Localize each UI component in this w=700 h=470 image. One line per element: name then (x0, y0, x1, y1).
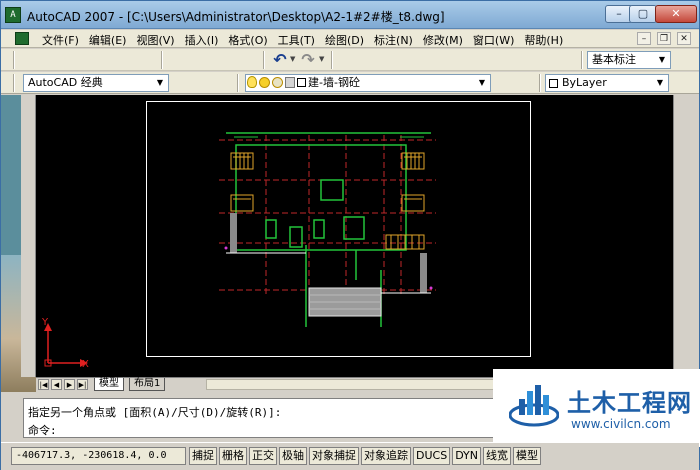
undo-dropdown-icon[interactable]: ▼ (290, 55, 295, 63)
autocad-app-icon[interactable]: A (5, 7, 21, 23)
color-select[interactable]: ByLayer ▼ (545, 74, 669, 92)
document-icon[interactable] (15, 32, 29, 45)
redo-dropdown-icon[interactable]: ▼ (319, 55, 324, 63)
color-value: ByLayer (562, 76, 607, 89)
sun-icon[interactable] (259, 76, 270, 88)
site-watermark: 土木工程网 www.civilcn.com (493, 369, 700, 447)
drawing-canvas[interactable]: Y X (36, 95, 673, 377)
civilcn-logo-icon (509, 385, 559, 427)
ducs-toggle[interactable]: DUCS (413, 447, 451, 465)
doc-minimize-button[interactable]: – (637, 32, 651, 45)
layer-state-icons (247, 76, 306, 88)
bylayer-color-swatch (549, 79, 558, 88)
lock-icon[interactable] (285, 76, 295, 88)
redo-arrow-icon[interactable]: ↷ (299, 51, 317, 69)
lineweight-toggle[interactable]: 线宽 (483, 447, 512, 465)
lightbulb-icon[interactable] (247, 76, 257, 88)
viewport-freeze-icon[interactable] (272, 76, 283, 88)
chevron-down-icon: ▼ (478, 78, 486, 87)
toolbar-separator (581, 51, 583, 69)
toolbar-separator (13, 74, 15, 92)
command-history[interactable]: 指定另一个角点或 [面积(A)/尺寸(D)/旋转(R)]: 命令: (23, 398, 503, 438)
doc-restore-button[interactable]: ❐ (657, 32, 671, 45)
doc-close-button[interactable]: ✕ (677, 32, 691, 45)
standard-toolbar: ↶ ▼ ↷ ▼ 基本标注 ▼ (1, 49, 699, 71)
model-space-toggle[interactable]: 模型 (513, 447, 542, 465)
maximize-button[interactable]: ▢ (629, 5, 657, 23)
menu-insert[interactable]: 插入(I) (180, 32, 224, 48)
tab-model[interactable]: 模型 (94, 378, 124, 391)
menu-edit[interactable]: 编辑(E) (84, 32, 132, 48)
dim-style-select[interactable]: 基本标注 ▼ (587, 51, 671, 69)
window-title: AutoCAD 2007 - [C:\Users\Administrator\D… (27, 10, 445, 24)
last-tab-button[interactable]: ▶| (77, 379, 88, 390)
menu-dimension[interactable]: 标注(N) (369, 32, 418, 48)
workspace-toolbar: AutoCAD 经典 ▼ 建-墙-钢砼 ▼ ByLayer ▼ (1, 72, 699, 94)
otrack-toggle[interactable]: 对象追踪 (361, 447, 411, 465)
drafting-settings: 捕捉 栅格 正交 极轴 对象捕捉 对象追踪 DUCS DYN 线宽 模型 (189, 447, 542, 465)
menu-items: 文件(F) 编辑(E) 视图(V) 插入(I) 格式(O) 工具(T) 绘图(D… (37, 32, 568, 48)
menu-format[interactable]: 格式(O) (223, 32, 272, 48)
menu-help[interactable]: 帮助(H) (519, 32, 568, 48)
right-toolbar-dock (673, 95, 699, 395)
ucs-x-label: X (82, 359, 89, 370)
toolbar-separator (539, 74, 541, 92)
command-prompt-line: 指定另一个角点或 [面积(A)/尺寸(D)/旋转(R)]: (28, 406, 282, 419)
snap-toggle[interactable]: 捕捉 (189, 447, 217, 465)
menu-modify[interactable]: 修改(M) (418, 32, 468, 48)
watermark-title: 土木工程网 (567, 389, 692, 417)
document-controls: – ❐ ✕ (637, 32, 691, 45)
menu-tools[interactable]: 工具(T) (273, 32, 320, 48)
status-bar: -406717.3, -230618.4, 0.0 捕捉 栅格 正交 极轴 对象… (1, 442, 699, 470)
undo-arrow-icon[interactable]: ↶ (271, 51, 289, 69)
tab-layout1[interactable]: 布局1 (129, 378, 166, 391)
grid-toggle[interactable]: 栅格 (219, 447, 247, 465)
dim-style-value: 基本标注 (592, 53, 636, 66)
elevation-drawing (219, 132, 436, 327)
chevron-down-icon: ▼ (658, 55, 666, 64)
menu-bar: 文件(F) 编辑(E) 视图(V) 插入(I) 格式(O) 工具(T) 绘图(D… (1, 30, 699, 48)
coordinate-readout: -406717.3, -230618.4, 0.0 (11, 447, 186, 465)
toolbar-separator (263, 51, 265, 69)
left-toolbar-dock (21, 95, 36, 377)
osnap-toggle[interactable]: 对象捕捉 (309, 447, 359, 465)
menu-file[interactable]: 文件(F) (37, 32, 84, 48)
toolbar-separator (331, 51, 333, 69)
ucs-y-label: Y (42, 317, 49, 328)
toolbar-separator (13, 51, 15, 69)
dyn-toggle[interactable]: DYN (452, 447, 482, 465)
layer-value: 建-墙-钢砼 (308, 76, 360, 89)
autocad-window: A AutoCAD 2007 - [C:\Users\Administrator… (0, 0, 700, 470)
chevron-down-icon: ▼ (656, 78, 664, 87)
polar-toggle[interactable]: 极轴 (279, 447, 307, 465)
toolbar-separator (237, 74, 239, 92)
menu-view[interactable]: 视图(V) (131, 32, 179, 48)
workspace-select[interactable]: AutoCAD 经典 ▼ (23, 74, 169, 92)
workspace-value: AutoCAD 经典 (28, 76, 103, 89)
menu-window[interactable]: 窗口(W) (468, 32, 519, 48)
ortho-toggle[interactable]: 正交 (249, 447, 277, 465)
chevron-down-icon: ▼ (156, 78, 164, 87)
menu-draw[interactable]: 绘图(D) (320, 32, 369, 48)
prev-tab-button[interactable]: ◀ (51, 379, 62, 390)
watermark-url: www.civilcn.com (571, 417, 671, 431)
first-tab-button[interactable]: |◀ (38, 379, 49, 390)
close-button[interactable]: ✕ (655, 5, 697, 23)
toolbar-separator (161, 51, 163, 69)
layer-color-swatch[interactable] (297, 77, 306, 87)
next-tab-button[interactable]: ▶ (64, 379, 75, 390)
command-input-line[interactable]: 命令: (28, 422, 57, 438)
title-bar: A AutoCAD 2007 - [C:\Users\Administrator… (1, 1, 699, 29)
